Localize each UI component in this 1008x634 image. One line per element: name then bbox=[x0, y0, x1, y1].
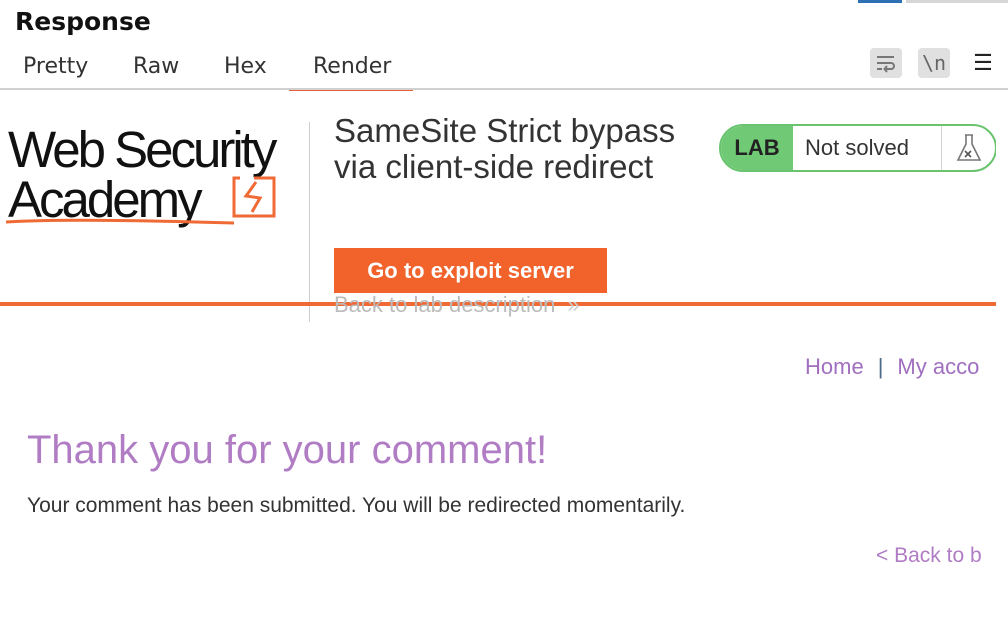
panel-menu-button[interactable]: ☰ bbox=[970, 48, 996, 78]
word-wrap-button[interactable] bbox=[870, 48, 902, 78]
tab-raw[interactable]: Raw bbox=[133, 54, 179, 79]
back-to-lab-description-text: Back to lab description bbox=[334, 292, 556, 317]
top-edge-indicator-active bbox=[858, 0, 902, 3]
confirmation-message: Your comment has been submitted. You wil… bbox=[27, 494, 686, 517]
word-wrap-icon bbox=[877, 56, 895, 73]
back-to-lab-description-link[interactable]: Back to lab description » bbox=[334, 292, 580, 318]
show-newlines-button[interactable]: \n bbox=[918, 48, 950, 78]
panel-title: Response bbox=[15, 7, 151, 36]
back-to-blog-link[interactable]: < Back to b bbox=[876, 544, 982, 568]
go-to-exploit-server-button[interactable]: Go to exploit server bbox=[334, 248, 607, 293]
lab-title: SameSite Strict bypass via client-side r… bbox=[334, 112, 676, 185]
flask-icon bbox=[956, 134, 982, 161]
lab-tag: LAB bbox=[721, 126, 793, 170]
web-security-academy-logo[interactable]: Web Security Academy bbox=[6, 120, 306, 232]
logo-underline bbox=[6, 218, 235, 225]
nav-separator: | bbox=[877, 354, 884, 379]
hamburger-menu-icon: ☰ bbox=[973, 50, 993, 75]
lab-status-text: Not solved bbox=[805, 135, 909, 160]
tab-pretty[interactable]: Pretty bbox=[23, 54, 88, 79]
confirmation-heading: Thank you for your comment! bbox=[27, 428, 548, 472]
header-divider bbox=[309, 122, 310, 322]
flask-icon-box bbox=[941, 126, 995, 170]
lab-status-badge: LAB Not solved bbox=[719, 124, 997, 172]
nav-my-account-link[interactable]: My acco bbox=[897, 354, 979, 379]
top-edge-indicator bbox=[858, 0, 1008, 3]
top-nav: Home | My acco bbox=[805, 354, 979, 380]
top-edge-indicator-inactive bbox=[906, 0, 1008, 3]
tab-hex[interactable]: Hex bbox=[224, 54, 267, 79]
chevron-right-icon: » bbox=[567, 292, 579, 317]
panel-divider bbox=[0, 88, 1008, 90]
nav-home-link[interactable]: Home bbox=[805, 354, 864, 379]
render-viewport-edge bbox=[996, 90, 1008, 634]
tab-render[interactable]: Render bbox=[288, 54, 414, 91]
logo-bolt-icon bbox=[232, 176, 276, 218]
response-tabs: Pretty Raw Hex Render bbox=[0, 50, 1008, 91]
